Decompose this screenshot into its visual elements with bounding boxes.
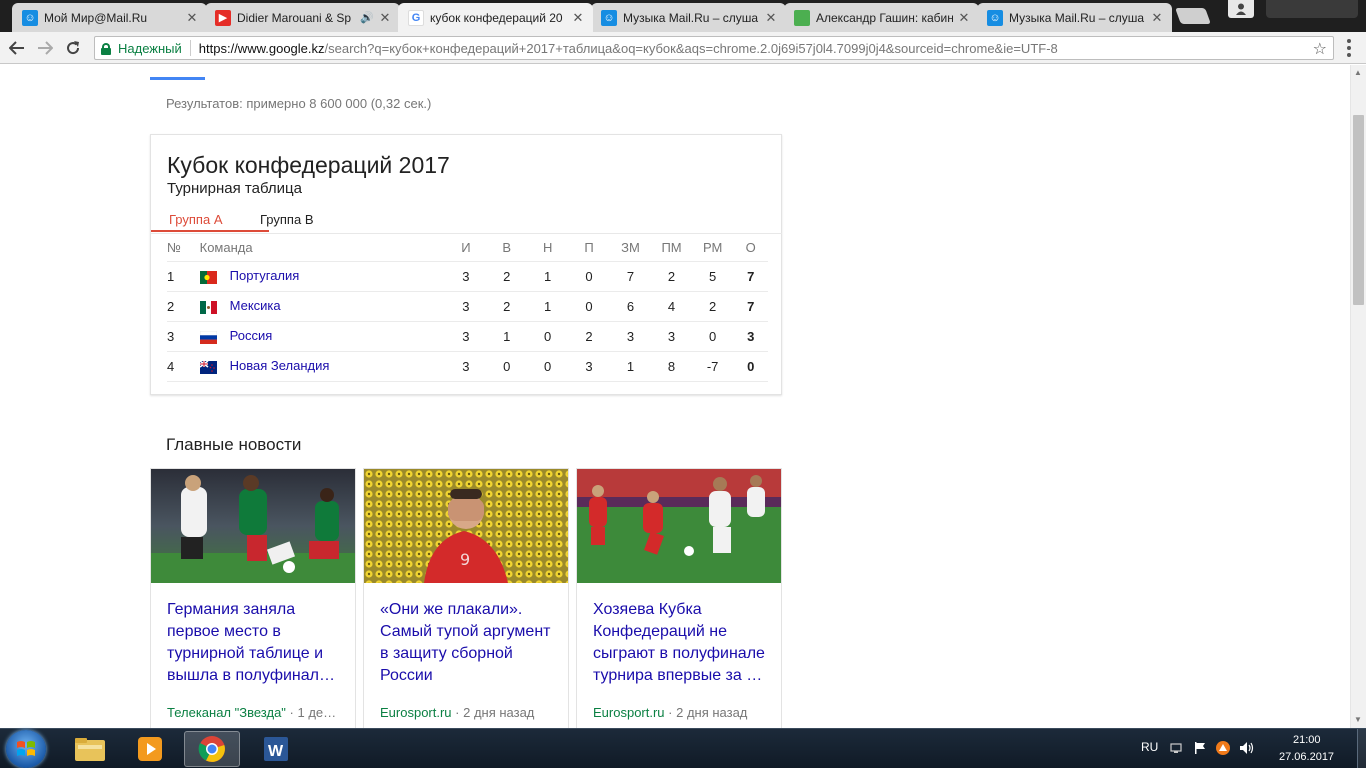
close-tab-icon[interactable]: ✕ (378, 10, 392, 26)
address-bar[interactable]: Надежный https://www.google.kz/search?q=… (94, 36, 1334, 60)
user-profile-icon[interactable] (1228, 0, 1254, 18)
table-row: 2 Мексика 3 2 1 0 6 4 2 7 (167, 290, 768, 321)
volume-icon[interactable] (1239, 741, 1255, 758)
clock-date[interactable]: 27.06.2017 (1279, 751, 1334, 763)
show-desktop-button[interactable] (1357, 729, 1366, 768)
scrollbar-thumb[interactable] (1353, 115, 1364, 305)
green-page-icon (794, 9, 810, 26)
secure-indicator[interactable]: Надежный (95, 41, 182, 56)
news-card[interactable]: Хозяева Кубка Конфедераций не сыграют в … (576, 468, 782, 728)
top-stories-heading: Главные новости (166, 435, 302, 454)
language-indicator[interactable]: RU (1141, 740, 1158, 754)
windows-taskbar: W RU 21:00 27.06.2017 (0, 728, 1366, 768)
close-tab-icon[interactable]: ✕ (571, 10, 585, 26)
standings-title[interactable]: Кубок конфедераций 2017 (167, 152, 450, 179)
explorer-taskbar-icon[interactable] (62, 731, 118, 767)
close-tab-icon[interactable]: ✕ (185, 10, 199, 26)
reload-button[interactable] (62, 37, 84, 59)
col-header: П (584, 240, 594, 256)
media-player-taskbar-icon[interactable] (122, 731, 178, 767)
col-header: ПМ (661, 240, 682, 256)
col-header: Н (542, 240, 553, 256)
mailru-icon: ☺ (22, 9, 38, 26)
browser-tab[interactable]: Александр Гашин: кабин ✕ (784, 3, 979, 32)
active-search-tab-indicator (150, 77, 205, 80)
browser-menu-button[interactable] (1340, 38, 1358, 58)
new-zealand-flag-icon (199, 360, 217, 374)
youtube-icon: ▶ (215, 9, 231, 26)
clock-time[interactable]: 21:00 (1293, 734, 1321, 746)
forward-button[interactable] (34, 37, 56, 59)
col-header: № (167, 240, 181, 256)
close-tab-icon[interactable]: ✕ (764, 10, 778, 26)
network-icon[interactable] (1169, 741, 1183, 755)
browser-toolbar: Надежный https://www.google.kz/search?q=… (0, 32, 1366, 64)
news-thumbnail[interactable] (577, 469, 781, 583)
separator (189, 40, 191, 56)
news-thumbnail[interactable]: 9 (364, 469, 568, 583)
results-count: Результатов: примерно 8 600 000 (0,32 се… (166, 96, 432, 111)
browser-tab[interactable]: ☺ Мой Мир@Mail.Ru ✕ (12, 3, 207, 32)
table-header-row: № Команда И В Н П ЗМ ПМ РМ О (167, 235, 768, 261)
col-header: Команда (199, 240, 253, 256)
team-link[interactable]: Португалия (230, 268, 300, 283)
back-button[interactable] (6, 37, 28, 59)
mailru-icon: ☺ (987, 9, 1003, 26)
audio-playing-icon[interactable]: 🔊 (360, 11, 374, 24)
window-controls[interactable] (1266, 0, 1358, 18)
portugal-flag-icon (199, 270, 217, 284)
browser-tab[interactable]: ☺ Музыка Mail.Ru – слуша ✕ (591, 3, 786, 32)
group-tab-underline (151, 230, 269, 232)
search-results-page: Результатов: примерно 8 600 000 (0,32 се… (0, 65, 1350, 728)
team-link[interactable]: Новая Зеландия (230, 358, 330, 373)
divider (151, 233, 782, 234)
svg-text:9: 9 (460, 550, 470, 569)
table-row: 1 Португалия 3 2 1 0 7 2 5 7 (167, 260, 768, 291)
col-header: В (502, 240, 512, 256)
mailru-icon: ☺ (601, 9, 617, 26)
team-link[interactable]: Мексика (230, 298, 281, 313)
browser-tab-active[interactable]: G кубок конфедераций 20 ✕ (398, 3, 593, 32)
bookmark-star-icon[interactable]: ☆ (1313, 39, 1327, 59)
col-header: ЗМ (621, 240, 640, 256)
lock-icon (101, 42, 111, 55)
news-title-link[interactable]: Германия заняла первое место в турнирной… (167, 599, 345, 687)
url-text[interactable]: https://www.google.kz/search?q=кубок+кон… (199, 41, 1058, 56)
browser-tabstrip: ☺ Мой Мир@Mail.Ru ✕ ▶ Didier Marouani & … (0, 0, 1366, 32)
table-row: 4 Новая Зеландия 3 0 0 3 1 8 -7 0 (167, 350, 768, 382)
chrome-taskbar-icon[interactable] (184, 731, 240, 767)
new-tab-button[interactable] (1175, 8, 1211, 24)
news-title-link[interactable]: Хозяева Кубка Конфедераций не сыграют в … (593, 599, 771, 687)
action-center-flag-icon[interactable] (1193, 741, 1207, 758)
start-button[interactable] (6, 730, 46, 768)
svg-text:W: W (268, 743, 284, 760)
news-meta: Телеканал "Звезда" · 1 де… (167, 705, 337, 720)
scroll-down-arrow-icon[interactable]: ▼ (1354, 715, 1362, 724)
google-icon: G (408, 9, 424, 26)
news-card[interactable]: 9 «Они же плакали». Самый тупой аргумент… (363, 468, 569, 728)
browser-tab[interactable]: ▶ Didier Marouani & Sp 🔊 ✕ (205, 3, 400, 32)
col-header: РМ (702, 240, 723, 256)
close-tab-icon[interactable]: ✕ (1150, 10, 1164, 26)
mexico-flag-icon (199, 300, 217, 314)
table-row: 3 Россия 3 1 0 2 3 3 0 3 (167, 320, 768, 351)
antivirus-icon[interactable] (1215, 740, 1231, 759)
word-taskbar-icon[interactable]: W (248, 731, 304, 767)
col-header: И (461, 240, 471, 256)
browser-tab[interactable]: ☺ Музыка Mail.Ru – слуша ✕ (977, 3, 1172, 32)
close-tab-icon[interactable]: ✕ (957, 10, 971, 26)
news-thumbnail[interactable] (151, 469, 355, 583)
standings-card: Кубок конфедераций 2017 Турнирная таблиц… (150, 134, 782, 395)
scroll-up-arrow-icon[interactable]: ▲ (1354, 68, 1362, 77)
team-link[interactable]: Россия (230, 328, 273, 343)
vertical-scrollbar[interactable]: ▲ ▼ (1350, 65, 1366, 728)
news-meta: Eurosport.ru · 2 дня назад (593, 705, 748, 720)
russia-flag-icon (199, 330, 217, 344)
col-header: О (745, 240, 756, 256)
news-title-link[interactable]: «Они же плакали». Самый тупой аргумент в… (380, 599, 558, 687)
news-card[interactable]: Германия заняла первое место в турнирной… (150, 468, 356, 728)
standings-table: № Команда И В Н П ЗМ ПМ РМ О 1 Португали… (167, 235, 768, 382)
standings-subtitle: Турнирная таблица (167, 180, 302, 197)
news-meta: Eurosport.ru · 2 дня назад (380, 705, 535, 720)
